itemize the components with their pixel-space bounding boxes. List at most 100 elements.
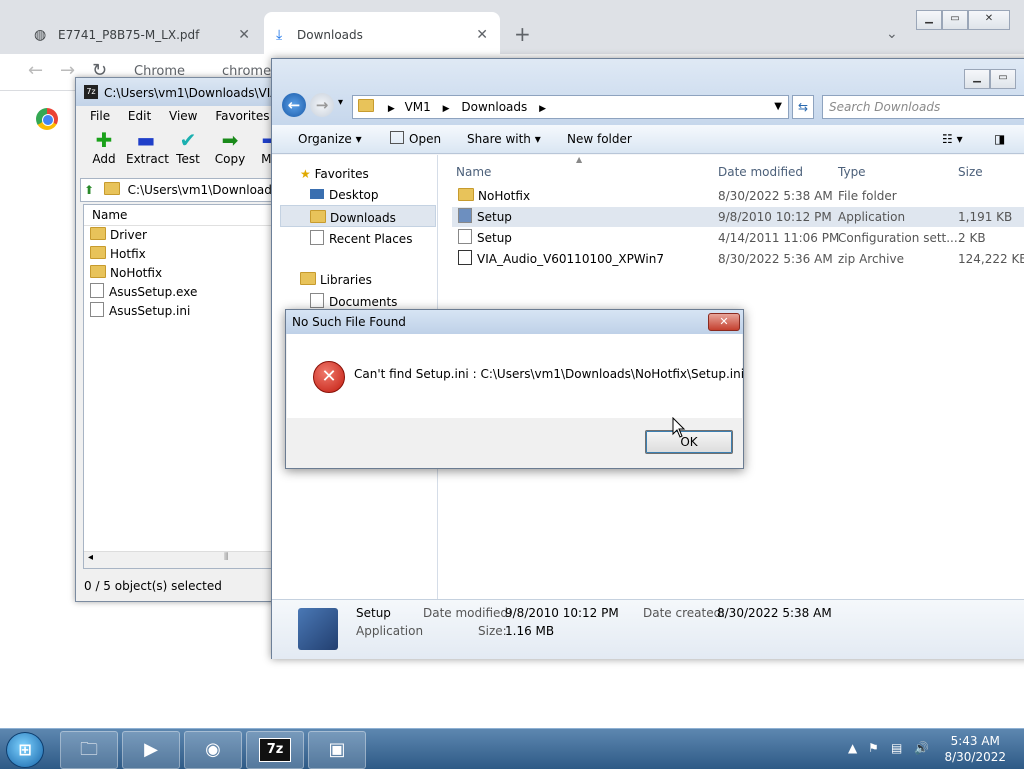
nav-desktop[interactable]: Desktop [310, 188, 379, 202]
star-icon: ★ [300, 167, 311, 181]
ini-file-icon [90, 302, 104, 317]
new-tab-button[interactable]: + [514, 22, 531, 46]
folder-icon [90, 227, 106, 240]
taskbar-7zip[interactable]: 7z [246, 731, 304, 769]
search-input[interactable]: Search Downloads [822, 95, 1024, 119]
details-pane: Setup Application Date modified: 9/8/201… [272, 599, 1024, 659]
app-icon [390, 131, 404, 144]
taskbar-chrome[interactable]: ◉ [184, 731, 242, 769]
tab-pdf[interactable]: ◍ E7741_P8B75-M_LX.pdf ✕ [22, 12, 262, 54]
dialog-close-button[interactable]: ✕ [708, 313, 740, 331]
sevenzip-taskbar-icon: 7z [259, 738, 291, 762]
explorer-minimize-button[interactable]: ▁ [964, 69, 990, 89]
media-player-icon: ▶ [144, 739, 158, 760]
minus-icon: ▬ [136, 128, 156, 152]
nav-favorites[interactable]: ★ Favorites [300, 167, 369, 181]
minimize-button[interactable]: ▁ [916, 10, 942, 30]
folder-icon [310, 210, 326, 223]
preview-pane-icon[interactable]: ◨ [994, 125, 1005, 153]
close-tab-icon[interactable]: ✕ [476, 12, 488, 58]
explorer-maximize-button[interactable]: ▭ [990, 69, 1016, 89]
column-name[interactable]: Name [456, 165, 491, 179]
back-button[interactable]: ← [282, 93, 306, 117]
taskbar-explorer[interactable]: 🗀 [60, 731, 118, 769]
forward-button[interactable]: → [310, 93, 334, 117]
scroll-grip-icon[interactable]: ⦀ [224, 552, 228, 563]
sevenzip-toolbar: ✚ Add ▬ Extract ✔ Test ➡ Copy ➡ Mo [76, 126, 286, 176]
close-window-button[interactable]: ✕ [968, 10, 1010, 30]
network-icon[interactable]: ▤ [891, 741, 902, 755]
up-folder-icon[interactable]: ⬆ [84, 179, 100, 201]
details-kind: Application [356, 624, 424, 638]
address-dropdown-icon[interactable]: ▼ [774, 96, 782, 118]
list-item[interactable]: NoHotfix [84, 264, 284, 283]
start-button[interactable]: ⊞ [6, 732, 44, 768]
organize-button[interactable]: Organize ▾ [298, 125, 362, 153]
open-button[interactable]: Open [390, 125, 441, 153]
copy-button[interactable]: ➡ Copy [210, 128, 250, 166]
nav-downloads[interactable]: Downloads [280, 205, 436, 227]
taskbar-media-player[interactable]: ▶ [122, 731, 180, 769]
action-center-icon[interactable]: ⚑ [868, 741, 879, 755]
add-button[interactable]: ✚ Add [84, 128, 124, 166]
clock-date: 8/30/2022 [944, 750, 1006, 764]
volume-icon[interactable]: 🔊 [914, 741, 929, 755]
test-button[interactable]: ✔ Test [168, 128, 208, 166]
tab-pdf-label: E7741_P8B75-M_LX.pdf [58, 28, 200, 42]
close-tab-icon[interactable]: ✕ [238, 12, 250, 58]
list-item[interactable]: AsusSetup.exe [84, 283, 284, 302]
column-name-header[interactable]: Name [84, 205, 284, 226]
system-clock[interactable]: 5:43 AM 8/30/2022 [944, 733, 1006, 765]
breadcrumb[interactable]: ▶ VM1 ▶ Downloads ▶ ▼ [352, 95, 789, 119]
dialog-body: ✕ Can't find Setup.ini : C:\Users\vm1\Do… [287, 334, 744, 418]
taskbar-setup[interactable]: ▣ [308, 731, 366, 769]
chrome-icon: ◉ [205, 739, 221, 760]
column-size[interactable]: Size [958, 165, 983, 179]
show-hidden-icons[interactable]: ▲ [848, 741, 857, 755]
nav-recent-places[interactable]: Recent Places [310, 230, 412, 246]
list-item[interactable]: AsusSetup.ini [84, 302, 284, 321]
breadcrumb-vm1[interactable]: VM1 [405, 100, 431, 114]
scroll-left-icon[interactable]: ◂ [88, 552, 93, 563]
sevenzip-address[interactable]: ⬆ C:\Users\vm1\Download [80, 178, 282, 202]
extract-button[interactable]: ▬ Extract [126, 128, 169, 166]
share-with-button[interactable]: Share with ▾ [467, 125, 541, 153]
table-row[interactable]: Setup 4/14/2011 11:06 PM Configuration s… [452, 228, 1024, 248]
back-icon[interactable]: ← [28, 60, 43, 81]
table-row[interactable]: VIA_Audio_V60110100_XPWin7 8/30/2022 5:3… [452, 249, 1024, 269]
table-row[interactable]: NoHotfix 8/30/2022 5:38 AM File folder [452, 186, 1024, 206]
test-label: Test [176, 152, 200, 166]
recent-pages-icon[interactable]: ▾ [338, 97, 343, 108]
menu-favorites[interactable]: Favorites [215, 109, 269, 123]
breadcrumb-downloads[interactable]: Downloads [461, 100, 527, 114]
list-item[interactable]: Driver [84, 226, 284, 245]
menu-view[interactable]: View [169, 109, 197, 123]
forward-icon[interactable]: → [60, 60, 75, 81]
library-icon [300, 272, 316, 285]
nav-documents[interactable]: Documents [310, 293, 397, 309]
dialog-title: No Such File Found [286, 310, 743, 334]
folder-icon [458, 188, 474, 201]
clock-time: 5:43 AM [950, 734, 1000, 748]
folder-icon: 🗀 [80, 739, 98, 760]
menu-file[interactable]: File [90, 109, 110, 123]
horizontal-scrollbar[interactable]: ◂ ⦀ [84, 551, 284, 568]
setup-app-icon: ▣ [328, 739, 346, 760]
chrome-logo-icon [36, 108, 58, 130]
ok-button[interactable]: OK [645, 430, 733, 454]
extract-label: Extract [126, 152, 169, 166]
tab-search-icon[interactable]: ⌄ [886, 26, 898, 42]
tab-downloads[interactable]: ⤓ Downloads ✕ [264, 12, 500, 54]
column-date-modified[interactable]: Date modified [718, 165, 803, 179]
table-row[interactable]: Setup 9/8/2010 10:12 PM Application 1,19… [452, 207, 1024, 227]
column-type[interactable]: Type [838, 165, 866, 179]
zip-archive-icon [458, 250, 472, 265]
view-options-icon[interactable]: ☷ ▾ [942, 125, 963, 153]
chrome-tab-bar: ◍ E7741_P8B75-M_LX.pdf ✕ ⤓ Downloads ✕ +… [0, 0, 1024, 54]
new-folder-button[interactable]: New folder [567, 125, 632, 153]
refresh-icon[interactable]: ⇆ [792, 95, 814, 119]
list-item[interactable]: Hotfix [84, 245, 284, 264]
nav-libraries[interactable]: Libraries [300, 272, 372, 287]
menu-edit[interactable]: Edit [128, 109, 151, 123]
maximize-button[interactable]: ▭ [942, 10, 968, 30]
